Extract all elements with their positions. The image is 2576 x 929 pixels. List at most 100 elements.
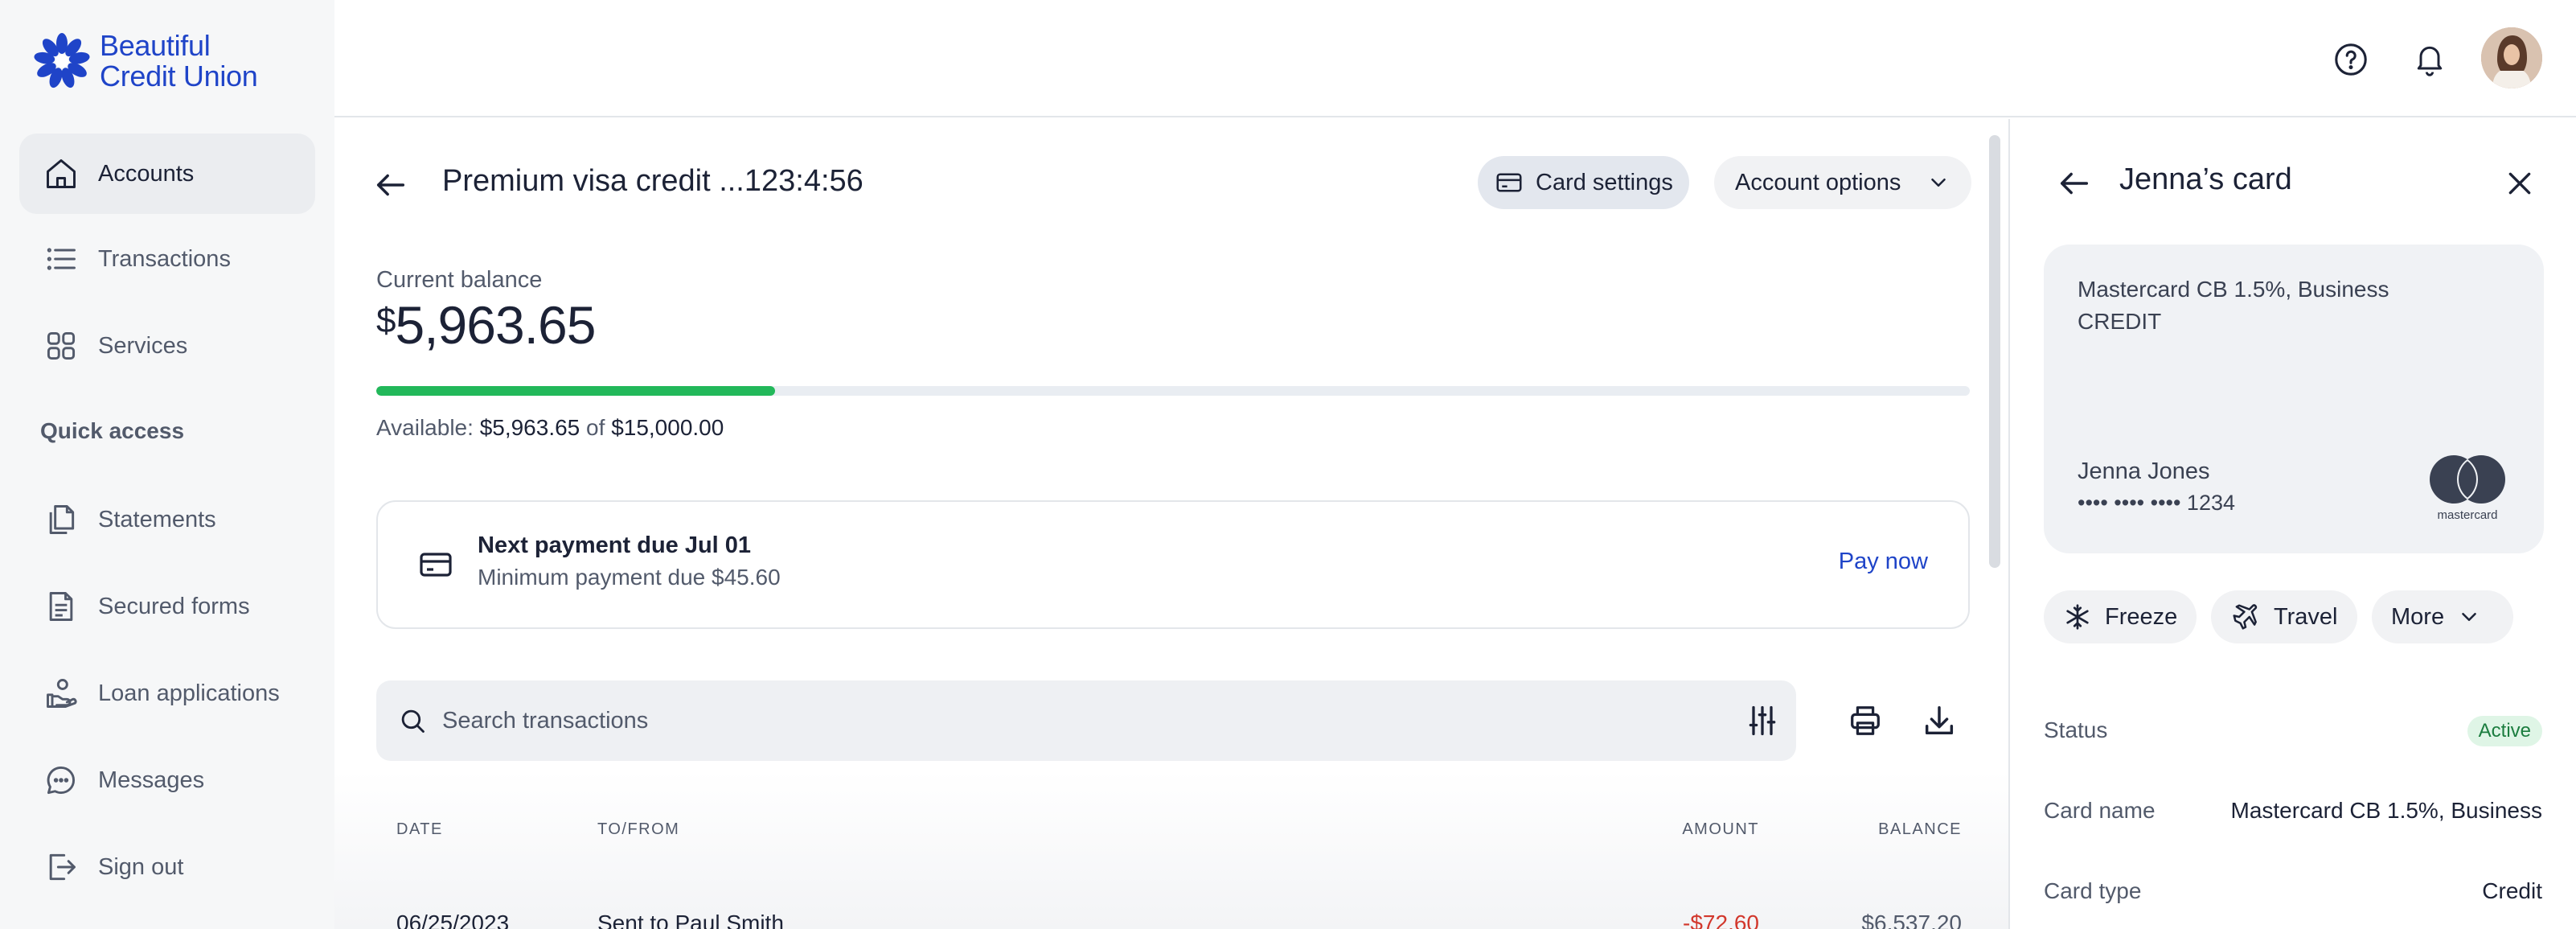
account-options-dropdown[interactable]: Account options [1714, 156, 1972, 209]
column-header-amount[interactable]: AMOUNT [1682, 820, 1759, 839]
arrow-left-icon [372, 166, 409, 203]
available-of: of [586, 415, 605, 440]
transactions-table [334, 771, 2008, 929]
arrow-left-icon [2056, 165, 2093, 202]
card-detail-panel: Jenna’s card Mastercard CB 1.5%, Busines… [2008, 119, 2576, 929]
close-icon [2504, 167, 2536, 199]
filter-sliders-icon[interactable] [1745, 703, 1780, 738]
credit-usage-fill [376, 386, 775, 396]
flower-logo-icon [32, 31, 92, 91]
payment-subtitle: Minimum payment due $45.60 [478, 565, 781, 590]
documents-icon [42, 500, 80, 539]
mastercard-logo-icon: mastercard [2423, 454, 2512, 522]
avatar[interactable] [2481, 27, 2542, 88]
travel-label: Travel [2274, 603, 2338, 630]
brand-logo[interactable]: Beautiful Credit Union [32, 31, 258, 92]
card-kind: CREDIT [2078, 309, 2162, 334]
sidebar-item-label: Transactions [98, 245, 231, 272]
form-icon [42, 587, 80, 626]
sidebar-item-statements[interactable]: Statements [19, 479, 315, 560]
balance-label: Current balance [376, 267, 543, 293]
list-icon [42, 240, 80, 278]
row-balance: $6,537.20 [1861, 911, 1962, 929]
balance-amount: $5,963.65 [376, 294, 596, 356]
pay-now-link[interactable]: Pay now [1839, 549, 1928, 575]
download-button[interactable] [1917, 698, 1962, 743]
sidebar-item-transactions[interactable]: Transactions [19, 219, 315, 299]
scrollbar[interactable] [1989, 135, 2000, 568]
sidebar-item-messages[interactable]: Messages [19, 740, 315, 820]
sidebar: Beautiful Credit Union Accounts Transact… [0, 0, 334, 929]
credit-usage-bar [376, 386, 1970, 396]
download-icon [1921, 702, 1958, 739]
travel-button[interactable]: Travel [2211, 590, 2357, 643]
help-button[interactable] [2328, 37, 2373, 82]
column-header-balance[interactable]: BALANCE [1878, 820, 1962, 839]
balance-value: 5,963.65 [395, 295, 596, 355]
hand-coin-icon [42, 674, 80, 713]
freeze-label: Freeze [2105, 603, 2178, 630]
next-payment-card: Next payment due Jul 01 Minimum payment … [376, 500, 1970, 629]
close-button[interactable] [2497, 161, 2542, 206]
notifications-button[interactable] [2407, 37, 2452, 82]
column-header-to-from[interactable]: TO/FROM [597, 820, 679, 839]
chevron-down-icon [2457, 605, 2494, 629]
card-settings-button[interactable]: Card settings [1478, 156, 1689, 209]
freeze-button[interactable]: Freeze [2044, 590, 2197, 643]
status-label: Status [2044, 717, 2108, 742]
home-icon [42, 154, 80, 193]
print-button[interactable] [1843, 698, 1888, 743]
card-visual: Mastercard CB 1.5%, Business CREDIT Jenn… [2044, 245, 2544, 553]
search-icon [397, 705, 428, 736]
quick-access-heading: Quick access [40, 418, 185, 443]
back-button[interactable] [367, 161, 415, 209]
grid-icon [42, 327, 80, 365]
account-detail: Premium visa credit ...123:4:56 Card set… [334, 119, 2008, 929]
more-label: More [2391, 603, 2445, 630]
sidebar-item-secured-forms[interactable]: Secured forms [19, 566, 315, 647]
more-dropdown[interactable]: More [2372, 590, 2514, 643]
search-input[interactable] [442, 707, 1648, 734]
sidebar-item-sign-out[interactable]: Sign out [19, 827, 315, 907]
card-settings-label: Card settings [1536, 169, 1673, 195]
sidebar-item-services[interactable]: Services [19, 306, 315, 386]
row-amount: -$72.60 [1683, 911, 1759, 929]
sidebar-item-label: Statements [98, 506, 216, 532]
chevron-down-icon [1914, 171, 1950, 195]
panel-back-button[interactable] [2050, 159, 2098, 208]
sidebar-item-label: Loan applications [98, 680, 280, 706]
card-icon [416, 545, 455, 584]
airplane-icon [2230, 602, 2274, 632]
status-badge: Active [2467, 716, 2542, 746]
card-name-value: Mastercard CB 1.5%, Business [2230, 798, 2543, 823]
card-holder: Jenna Jones [2078, 458, 2210, 484]
panel-title: Jenna’s card [2119, 162, 2292, 196]
card-type-value: Credit [2482, 878, 2542, 903]
card-name-label: Card name [2044, 798, 2156, 823]
sidebar-item-loan-applications[interactable]: Loan applications [19, 653, 315, 734]
card-icon [1494, 167, 1536, 198]
search-bar [376, 680, 1796, 761]
sidebar-item-accounts[interactable]: Accounts [19, 134, 315, 214]
row-to-from[interactable]: Sent to Paul Smith [597, 911, 784, 929]
sidebar-item-label: Accounts [98, 160, 195, 187]
available-credit: Available: $5,963.65 of $15,000.00 [376, 415, 724, 441]
sidebar-item-label: Messages [98, 767, 205, 793]
snowflake-icon [2063, 602, 2105, 631]
sign-out-icon [42, 848, 80, 886]
row-date[interactable]: 06/25/2023 [396, 911, 509, 929]
chat-icon [42, 761, 80, 800]
card-type-label: Card type [2044, 878, 2142, 903]
brand-name-line1: Beautiful [100, 29, 211, 62]
card-network: mastercard [2437, 508, 2498, 522]
credit-limit: $15,000.00 [611, 415, 724, 440]
bell-icon [2412, 42, 2447, 77]
sidebar-item-label: Services [98, 332, 188, 359]
account-options-label: Account options [1735, 169, 1901, 195]
available-amount: $5,963.65 [479, 415, 580, 440]
top-bar [334, 0, 2576, 117]
column-header-date[interactable]: DATE [396, 820, 443, 839]
card-product-name: Mastercard CB 1.5%, Business [2078, 277, 2389, 302]
printer-icon [1847, 702, 1884, 739]
sidebar-item-label: Secured forms [98, 593, 250, 619]
